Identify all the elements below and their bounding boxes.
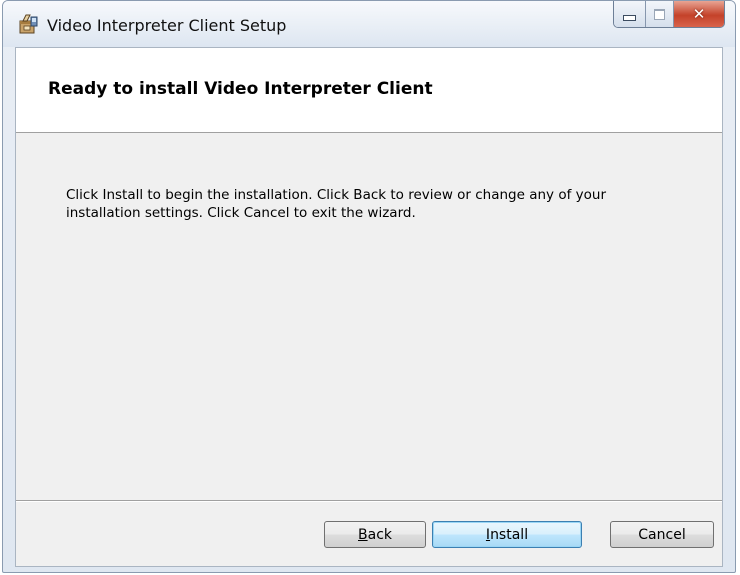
page-title: Ready to install Video Interpreter Clien…	[48, 79, 433, 99]
back-mnemonic: B	[358, 526, 368, 543]
maximize-icon	[654, 8, 665, 20]
title-bar[interactable]: Video Interpreter Client Setup ✕	[3, 1, 735, 47]
back-label-rest: ack	[367, 526, 392, 543]
button-divider	[16, 500, 722, 502]
close-icon: ✕	[692, 4, 706, 23]
maximize-button[interactable]	[646, 1, 674, 27]
instruction-text: Click Install to begin the installation.…	[66, 187, 606, 221]
close-button[interactable]: ✕	[674, 1, 724, 27]
install-button[interactable]: Install	[432, 521, 582, 548]
window-title: Video Interpreter Client Setup	[47, 16, 287, 35]
minimize-icon	[623, 15, 636, 21]
minimize-button[interactable]	[614, 1, 646, 27]
cancel-button[interactable]: Cancel	[610, 521, 714, 548]
window-controls: ✕	[613, 1, 725, 28]
wizard-banner: Ready to install Video Interpreter Clien…	[16, 48, 722, 133]
setup-window: Video Interpreter Client Setup ✕ Ready t…	[2, 0, 736, 573]
back-button[interactable]: Back	[324, 521, 426, 548]
installer-package-icon	[17, 13, 39, 35]
install-label-rest: nstall	[490, 526, 529, 543]
wizard-panel: Ready to install Video Interpreter Clien…	[15, 47, 723, 567]
